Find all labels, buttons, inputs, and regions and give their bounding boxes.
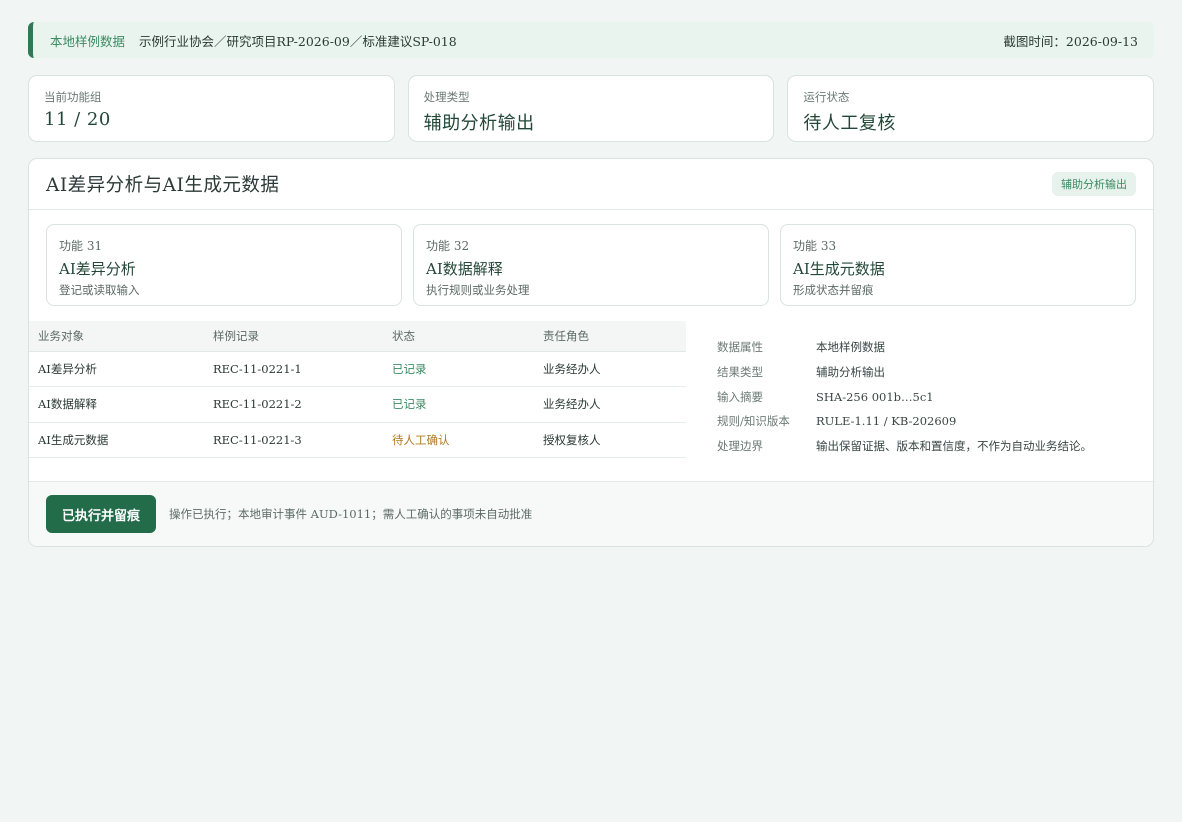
data-source-tag: 本地样例数据 (50, 33, 126, 49)
stat-card-process-type: 处理类型 辅助分析输出 (407, 75, 775, 142)
property-key: 结果类型 (717, 365, 763, 380)
property-row: 输入摘要 SHA-256 001b…5c1 (717, 384, 1153, 409)
cell-object: AI数据解释 (29, 386, 204, 423)
cell-role: 业务经办人 (534, 351, 686, 388)
property-value: 本地样例数据 (816, 340, 885, 355)
function-name: AI数据解释 (426, 260, 503, 278)
table-header-row: 业务对象 样例记录 状态 责任角色 (29, 321, 686, 352)
function-cards: 功能 31 AI差异分析 登记或读取输入 功能 32 AI数据解释 执行规则或业… (29, 210, 1153, 321)
function-number: 功能 33 (793, 239, 837, 253)
property-value: SHA-256 001b…5c1 (816, 389, 934, 404)
function-number: 功能 32 (426, 239, 470, 253)
stat-value: 待人工复核 (803, 113, 896, 134)
property-row: 规则/知识版本 RULE-1.11 / KB-202609 (717, 409, 1153, 434)
table-row[interactable]: AI生成元数据 REC-11-0221-3 待人工确认 授权复核人 (29, 422, 686, 459)
cell-status: 已记录 (383, 386, 534, 423)
cell-object: AI差异分析 (29, 351, 204, 388)
property-value: 输出保留证据、版本和置信度，不作为自动业务结论。 (816, 439, 1092, 454)
function-name: AI差异分析 (59, 260, 136, 278)
type-badge: 辅助分析输出 (1052, 172, 1136, 196)
stat-label: 处理类型 (423, 90, 470, 104)
stat-value: 11 / 20 (44, 109, 111, 130)
cell-status: 待人工确认 (383, 422, 534, 459)
cell-role: 业务经办人 (534, 386, 686, 423)
function-card-32[interactable]: 功能 32 AI数据解释 执行规则或业务处理 (413, 224, 769, 306)
table-row[interactable]: AI差异分析 REC-11-0221-1 已记录 业务经办人 (29, 351, 686, 388)
function-desc: 执行规则或业务处理 (426, 283, 530, 297)
properties-list: 数据属性 本地样例数据 结果类型 辅助分析输出 输入摘要 SHA-256 001… (686, 321, 1153, 458)
records-table: 业务对象 样例记录 状态 责任角色 AI差异分析 REC-11-0221-1 已… (29, 321, 686, 459)
cell-record: REC-11-0221-1 (204, 351, 383, 388)
function-number: 功能 31 (59, 239, 103, 253)
stat-value: 辅助分析输出 (423, 113, 535, 134)
column-header: 样例记录 (204, 321, 383, 352)
property-row: 结果类型 辅助分析输出 (717, 360, 1153, 385)
function-desc: 形成状态并留痕 (793, 283, 874, 297)
action-footer: 已执行并留痕 操作已执行；本地审计事件 AUD-1011；需人工确认的事项未自动… (29, 481, 1153, 547)
page: 本地样例数据 示例行业协会／研究项目RP-2026-09／标准建议SP-018 … (28, 22, 1155, 548)
audit-note: 操作已执行；本地审计事件 AUD-1011；需人工确认的事项未自动批准 (169, 507, 533, 522)
screenshot-time: 截图时间：2026-09-13 (1003, 33, 1138, 49)
table-row[interactable]: AI数据解释 REC-11-0221-2 已记录 业务经办人 (29, 386, 686, 423)
property-value: RULE-1.11 / KB-202609 (816, 414, 957, 429)
cell-status: 已记录 (383, 351, 534, 388)
property-key: 规则/知识版本 (717, 414, 790, 429)
stat-cards: 当前功能组 11 / 20 处理类型 辅助分析输出 运行状态 待人工复核 (28, 75, 1155, 142)
breadcrumb: 示例行业协会／研究项目RP-2026-09／标准建议SP-018 (139, 33, 457, 49)
function-desc: 登记或读取输入 (59, 283, 140, 297)
details-area: 业务对象 样例记录 状态 责任角色 AI差异分析 REC-11-0221-1 已… (29, 321, 1153, 459)
function-card-33[interactable]: 功能 33 AI生成元数据 形成状态并留痕 (780, 224, 1136, 306)
context-banner: 本地样例数据 示例行业协会／研究项目RP-2026-09／标准建议SP-018 … (28, 22, 1154, 58)
stat-label: 当前功能组 (44, 90, 102, 104)
stat-card-run-status: 运行状态 待人工复核 (787, 75, 1155, 142)
function-card-31[interactable]: 功能 31 AI差异分析 登记或读取输入 (46, 224, 402, 306)
property-row: 数据属性 本地样例数据 (717, 335, 1153, 360)
cell-object: AI生成元数据 (29, 422, 204, 459)
panel-header: AI差异分析与AI生成元数据 辅助分析输出 (29, 159, 1153, 210)
property-key: 处理边界 (717, 439, 763, 454)
cell-record: REC-11-0221-3 (204, 422, 383, 459)
cell-role: 授权复核人 (534, 422, 686, 459)
property-key: 数据属性 (717, 340, 763, 355)
stat-label: 运行状态 (803, 90, 850, 104)
column-header: 责任角色 (534, 321, 686, 352)
main-panel: AI差异分析与AI生成元数据 辅助分析输出 功能 31 AI差异分析 登记或读取… (28, 158, 1154, 548)
property-value: 辅助分析输出 (816, 365, 885, 380)
function-name: AI生成元数据 (793, 260, 885, 278)
column-header: 业务对象 (29, 321, 204, 352)
stat-card-function-group: 当前功能组 11 / 20 (28, 75, 395, 142)
column-header: 状态 (383, 321, 534, 352)
executed-button[interactable]: 已执行并留痕 (46, 495, 157, 534)
property-row: 处理边界 输出保留证据、版本和置信度，不作为自动业务结论。 (717, 434, 1153, 459)
panel-title: AI差异分析与AI生成元数据 (46, 175, 280, 196)
property-key: 输入摘要 (717, 389, 763, 404)
cell-record: REC-11-0221-2 (204, 386, 383, 423)
